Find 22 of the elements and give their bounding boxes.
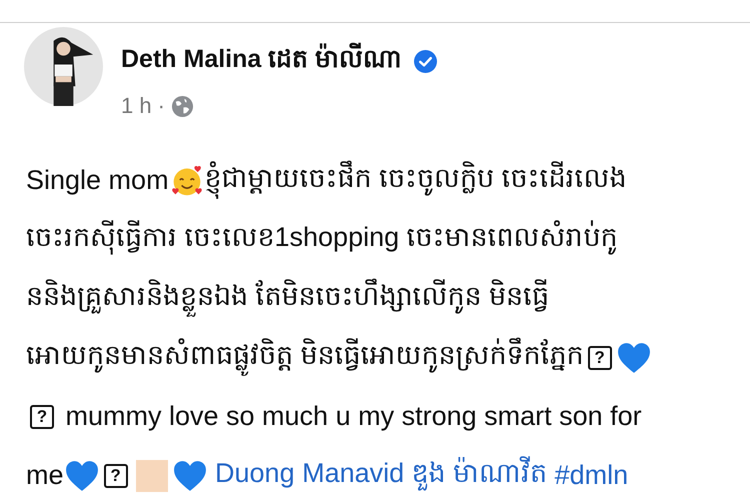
unknown-character: ? [104,464,128,488]
post-text: Single mom [26,165,169,196]
globe-icon [170,94,194,118]
profile-link[interactable]: Duong Manavid ឌួង ម៉ាណាវីត [208,456,548,495]
avatar[interactable] [24,27,103,106]
unknown-character: ? [588,346,612,370]
unknown-character: ? [30,404,54,428]
heart-icon [172,460,207,492]
heart-icon [616,342,651,374]
separator: · [158,93,165,119]
post-text: mummy love so much u my strong smart son for [64,401,642,432]
post-text: ចេះរកស៊ីធ្វើការ ចេះលេខ1shopping ចេះមានពេលសំរាប់កូ [26,220,618,259]
smiling-face-hearts-icon [170,164,204,196]
hashtag-link[interactable]: #dmln [547,460,628,491]
post-text: me [26,460,64,491]
post-text: ននិងគ្រួសារនិងខ្លួនឯង តែមិនចេះហឹង្សាលើកូន មិនធ្វើ [26,279,550,318]
heart-icon [64,460,99,492]
post-text: ខ្ញុំជាម្តាយចេះផឹក ចេះចូលក្លិប ចេះដើរលេង [204,161,627,200]
skin-tone-icon [136,460,168,492]
post-text: អោយកូនមានសំពាធផ្លូវចិត្ត មិនធ្វើអោយកូនស្រក់ទឹកភ្នែក [26,338,584,377]
post-time[interactable]: 1 h [121,93,152,119]
author-name[interactable]: Deth Malina ដេត ម៉ាលីណា [121,43,402,79]
